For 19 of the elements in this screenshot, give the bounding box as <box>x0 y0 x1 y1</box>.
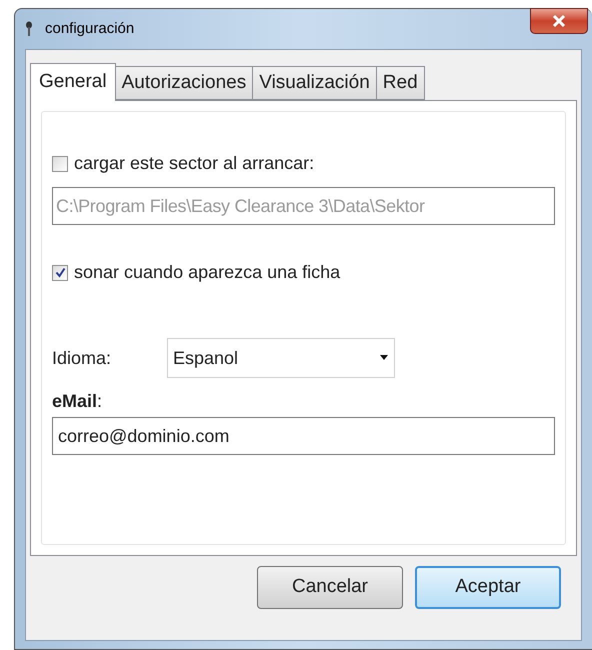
language-label: Idioma: <box>52 346 112 370</box>
language-dropdown[interactable]: Espanol <box>167 338 395 378</box>
email-label: eMail: <box>52 390 104 413</box>
dialog-button[interactable]: Aceptar <box>415 566 561 609</box>
dialog-button[interactable]: Cancelar <box>257 566 403 609</box>
tab[interactable]: General <box>30 63 116 101</box>
window-title: configuración <box>45 18 134 39</box>
checkbox-label: sonar cuando aparezca una ficha <box>74 261 340 284</box>
pin-icon <box>25 21 33 37</box>
checkbox-label: cargar este sector al arrancar: <box>74 152 314 175</box>
email-field[interactable]: correo@dominio.com <box>52 417 555 455</box>
tab[interactable]: Visualización <box>253 66 377 100</box>
close-icon <box>552 15 566 27</box>
checkmark-icon <box>54 267 66 278</box>
close-button[interactable] <box>530 8 588 34</box>
tab[interactable]: Autorizaciones <box>116 66 254 100</box>
tab[interactable]: Red <box>376 66 425 100</box>
dropdown-arrow-icon <box>379 355 389 361</box>
checkbox[interactable] <box>52 264 68 280</box>
